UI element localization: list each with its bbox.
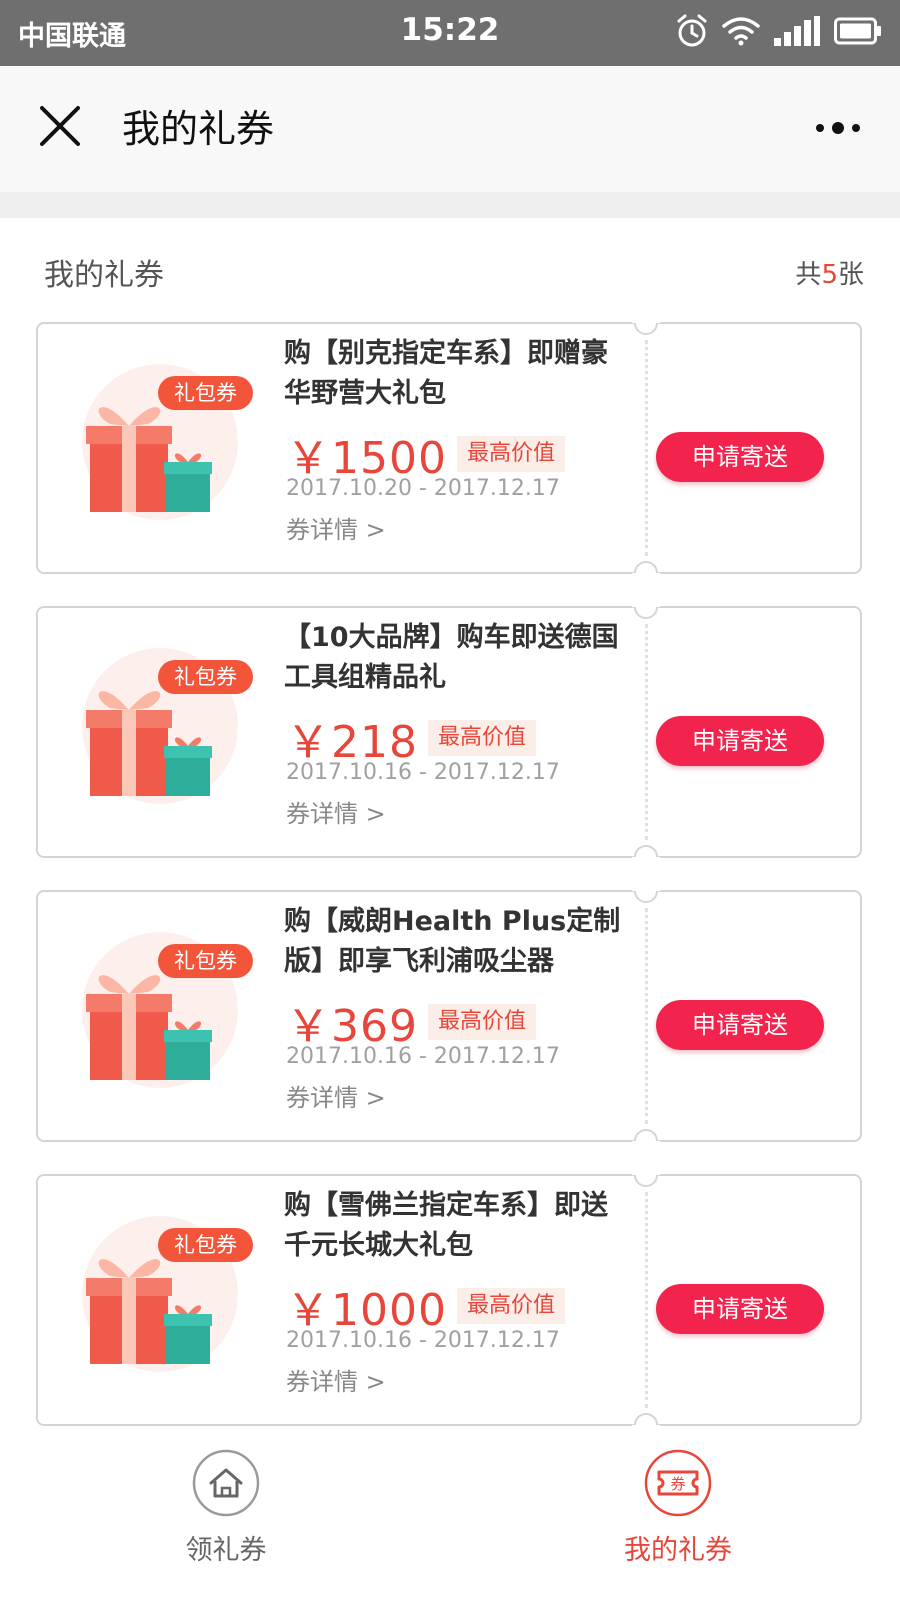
price-tag: 最高价值 <box>427 1004 536 1040</box>
coupon-detail-link[interactable]: 券详情 > <box>286 1078 386 1113</box>
coupon-type-badge: 礼包券 <box>158 660 253 694</box>
dotted-divider <box>645 340 648 556</box>
apply-shipping-button[interactable]: 申请寄送 <box>656 1284 824 1334</box>
coupon-title: 购【威朗Health Plus定制版】即享飞利浦吸尘器 <box>284 906 621 977</box>
apply-shipping-button[interactable]: 申请寄送 <box>656 432 824 482</box>
coupon-date-range: 2017.10.16 - 2017.12.17 <box>286 1328 560 1353</box>
count-suffix: 张 <box>837 260 864 290</box>
dotted-divider <box>645 1192 648 1408</box>
apply-shipping-button[interactable]: 申请寄送 <box>656 716 824 766</box>
separator <box>0 192 900 218</box>
page-title: 我的礼券 <box>122 107 275 151</box>
coupon-date-range: 2017.10.16 - 2017.12.17 <box>286 760 560 785</box>
nav-bar: 我的礼券 <box>0 66 900 192</box>
coupon-detail-link[interactable]: 券详情 > <box>286 1362 386 1397</box>
price-tag: 最高价值 <box>456 436 565 472</box>
price-tag: 最高价值 <box>456 1288 565 1324</box>
dotted-divider <box>645 624 648 840</box>
coupon-count: 共5张 <box>795 254 864 291</box>
tab-my-coupons[interactable]: 券 我的礼券 <box>578 1448 778 1588</box>
home-icon <box>192 1449 260 1517</box>
count-prefix: 共 <box>795 260 822 290</box>
coupon-type-badge: 礼包券 <box>158 1228 253 1262</box>
battery-icon <box>834 17 881 45</box>
coupon-detail-link[interactable]: 券详情 > <box>286 794 386 829</box>
tab-get-coupons[interactable]: 领礼券 <box>126 1448 326 1588</box>
status-icons <box>676 14 882 48</box>
coupon-card[interactable]: 礼包券 【10大品牌】购车即送德国工具组精品礼 ￥218 最高价值 2017.1… <box>36 594 862 870</box>
coupon-card[interactable]: 礼包券 购【雪佛兰指定车系】即送千元长城大礼包 ￥1000 最高价值 2017.… <box>36 1162 862 1438</box>
coupon-title: 购【别克指定车系】即赠豪华野营大礼包 <box>284 338 608 409</box>
dotted-divider <box>645 908 648 1124</box>
coupon-card[interactable]: 礼包券 购【别克指定车系】即赠豪华野营大礼包 ￥1500 最高价值 2017.1… <box>36 310 862 586</box>
close-icon[interactable] <box>38 104 82 148</box>
coupon-detail-link[interactable]: 券详情 > <box>286 510 386 545</box>
tab-label: 我的礼券 <box>624 1535 732 1566</box>
coupon-icon: 券 <box>644 1449 712 1517</box>
more-icon[interactable] <box>812 116 864 140</box>
svg-text:券: 券 <box>670 1475 685 1493</box>
section-title: 我的礼券 <box>44 258 164 293</box>
count-number: 5 <box>821 260 838 290</box>
bottom-tab-bar: 领礼券 券 我的礼券 <box>0 1440 900 1600</box>
price-tag: 最高价值 <box>427 720 536 756</box>
coupon-type-badge: 礼包券 <box>158 376 253 410</box>
coupon-date-range: 2017.10.20 - 2017.12.17 <box>286 476 560 501</box>
coupon-date-range: 2017.10.16 - 2017.12.17 <box>286 1044 560 1069</box>
coupon-title: 【10大品牌】购车即送德国工具组精品礼 <box>284 622 619 693</box>
coupon-title: 购【雪佛兰指定车系】即送千元长城大礼包 <box>284 1190 608 1261</box>
signal-icon <box>774 16 820 46</box>
alarm-icon <box>677 14 707 47</box>
coupon-type-badge: 礼包券 <box>158 944 253 978</box>
coupon-card[interactable]: 礼包券 购【威朗Health Plus定制版】即享飞利浦吸尘器 ￥369 最高价… <box>36 878 862 1154</box>
apply-shipping-button[interactable]: 申请寄送 <box>656 1000 824 1050</box>
tab-label: 领礼券 <box>185 1535 267 1566</box>
wifi-icon <box>722 17 760 46</box>
status-bar: 中国联通 15:22 <box>0 0 900 66</box>
